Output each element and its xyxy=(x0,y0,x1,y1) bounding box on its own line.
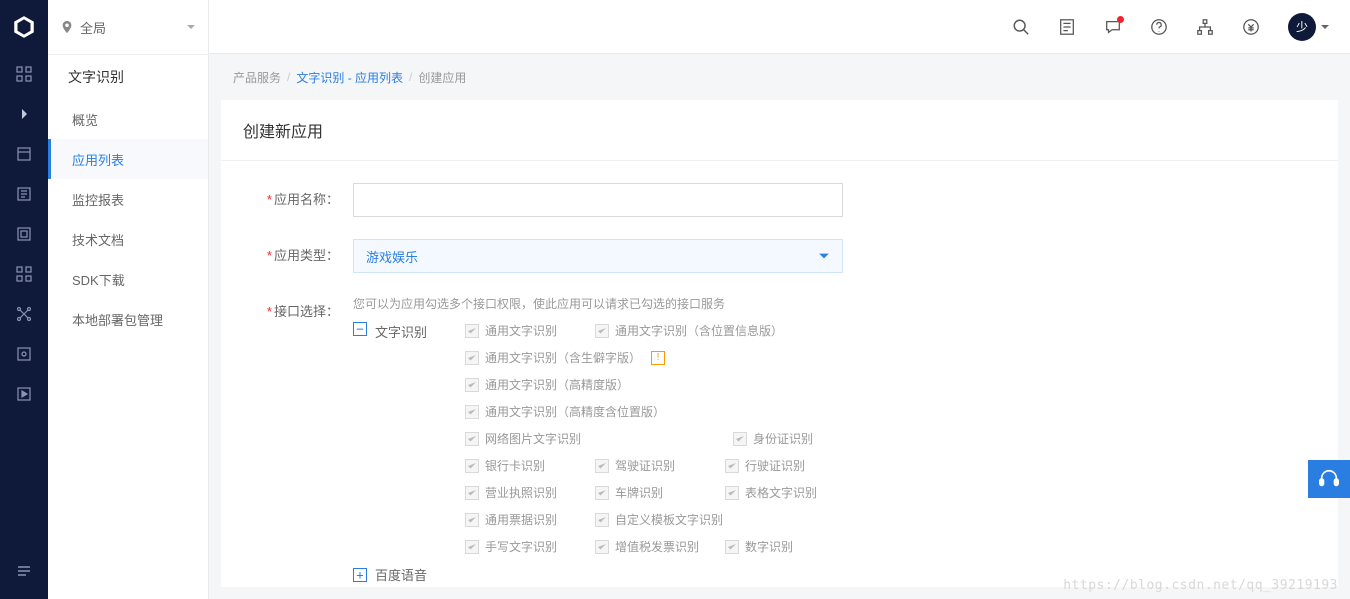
breadcrumb-root: 产品服务 xyxy=(233,69,281,86)
check-item[interactable]: 通用文字识别（高精度含位置版） xyxy=(465,403,733,420)
check-item[interactable]: 通用票据识别 xyxy=(465,511,595,528)
app-type-select[interactable]: 游戏娱乐 xyxy=(353,239,843,273)
help-icon[interactable] xyxy=(1150,18,1168,36)
check-item[interactable]: 数字识别 xyxy=(725,538,855,555)
rail-item-icon[interactable] xyxy=(0,334,48,374)
type-label: 应用类型： xyxy=(274,248,339,263)
avatar: 少 xyxy=(1288,13,1316,41)
page-title: 创建新应用 xyxy=(221,100,1338,161)
org-icon[interactable] xyxy=(1196,18,1214,36)
sidebar-item-deploy[interactable]: 本地部署包管理 xyxy=(48,299,208,339)
check-item[interactable]: 行驶证识别 xyxy=(725,457,855,474)
sidebar-item-monitor[interactable]: 监控报表 xyxy=(48,179,208,219)
sidebar-item-apps[interactable]: 应用列表 xyxy=(48,139,208,179)
region-label: 全局 xyxy=(80,18,106,37)
iface-label: 接口选择： xyxy=(274,304,339,319)
rail-item-icon[interactable] xyxy=(0,254,48,294)
check-item[interactable]: 通用文字识别 xyxy=(465,322,595,339)
toggle-ocr[interactable]: − xyxy=(353,322,367,336)
user-menu[interactable]: 少 xyxy=(1288,13,1330,41)
form-card: 创建新应用 *应用名称： *应用类型： 游戏娱乐 *接 xyxy=(221,100,1338,587)
check-item[interactable]: 驾驶证识别 xyxy=(595,457,725,474)
icon-rail xyxy=(0,0,48,599)
support-button[interactable] xyxy=(1308,460,1350,498)
chevron-down-icon xyxy=(1320,22,1330,32)
warning-badge: ! xyxy=(651,351,665,365)
check-item[interactable]: 车牌识别 xyxy=(595,484,725,501)
check-item[interactable]: 通用文字识别（含生僻字版）! xyxy=(465,349,733,366)
check-item[interactable]: 身份证识别 xyxy=(733,430,863,447)
app-name-input[interactable] xyxy=(353,183,843,217)
watermark: https://blog.csdn.net/qq_39219193 xyxy=(1063,578,1338,593)
group-ocr-label: 文字识别 xyxy=(375,322,435,341)
rail-item-icon[interactable] xyxy=(0,214,48,254)
group-voice-label: 百度语音 xyxy=(375,565,435,584)
breadcrumb-current: 创建应用 xyxy=(418,69,466,86)
rail-item-icon[interactable] xyxy=(0,294,48,334)
check-item[interactable]: 网络图片文字识别 xyxy=(465,430,733,447)
rail-collapse-icon[interactable] xyxy=(0,94,48,134)
app-type-value: 游戏娱乐 xyxy=(366,247,418,266)
doc-icon[interactable] xyxy=(1058,18,1076,36)
message-icon[interactable] xyxy=(1104,18,1122,36)
region-selector[interactable]: 全局 xyxy=(48,0,208,54)
check-item[interactable]: 表格文字识别 xyxy=(725,484,855,501)
chevron-down-icon xyxy=(186,20,196,35)
check-item[interactable]: 营业执照识别 xyxy=(465,484,595,501)
search-icon[interactable] xyxy=(1012,18,1030,36)
sidebar-item-sdk[interactable]: SDK下载 xyxy=(48,259,208,299)
sidebar: 全局 文字识别 概览 应用列表 监控报表 技术文档 SDK下载 本地部署包管理 xyxy=(48,0,209,599)
breadcrumb-link[interactable]: 文字识别 - 应用列表 xyxy=(296,69,403,86)
check-item[interactable]: 银行卡识别 xyxy=(465,457,595,474)
sidebar-item-docs[interactable]: 技术文档 xyxy=(48,219,208,259)
logo[interactable] xyxy=(0,0,48,54)
check-item[interactable]: 通用文字识别（高精度版） xyxy=(465,376,733,393)
finance-icon[interactable] xyxy=(1242,18,1260,36)
rail-menu-icon[interactable] xyxy=(0,551,48,591)
notification-dot xyxy=(1117,16,1124,23)
check-item[interactable]: 手写文字识别 xyxy=(465,538,595,555)
check-item[interactable]: 通用文字识别（含位置信息版） xyxy=(595,322,863,339)
topbar: 少 xyxy=(209,0,1350,54)
iface-hint: 您可以为应用勾选多个接口权限，使此应用可以请求已勾选的接口服务 xyxy=(353,295,1316,312)
rail-item-icon[interactable] xyxy=(0,174,48,214)
main: 产品服务 / 文字识别 - 应用列表 / 创建应用 创建新应用 *应用名称： *… xyxy=(209,0,1350,599)
rail-dashboard-icon[interactable] xyxy=(0,54,48,94)
check-item[interactable]: 增值税发票识别 xyxy=(595,538,725,555)
check-item[interactable]: 自定义模板文字识别 xyxy=(595,511,863,528)
rail-item-icon[interactable] xyxy=(0,374,48,414)
rail-item-icon[interactable] xyxy=(0,134,48,174)
sidebar-section-title: 文字识别 xyxy=(48,54,208,99)
chevron-down-icon xyxy=(818,250,830,262)
toggle-voice[interactable]: + xyxy=(353,568,367,582)
sidebar-item-overview[interactable]: 概览 xyxy=(48,99,208,139)
name-label: 应用名称： xyxy=(274,192,339,207)
breadcrumb: 产品服务 / 文字识别 - 应用列表 / 创建应用 xyxy=(209,54,1350,100)
